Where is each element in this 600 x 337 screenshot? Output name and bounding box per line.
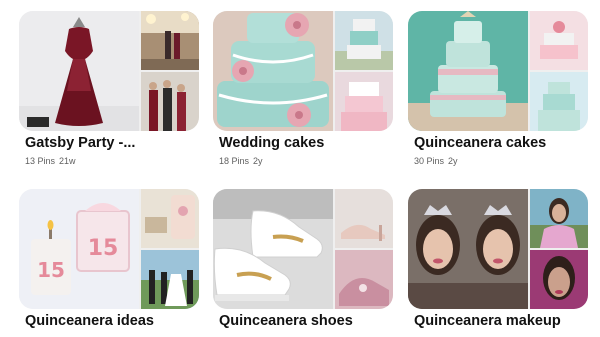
board-cover-collage[interactable]	[19, 11, 199, 131]
board-meta: 30 Pins 2y	[414, 156, 458, 166]
board-title[interactable]: Quinceanera cakes	[414, 135, 546, 151]
board-thumb-top	[530, 11, 588, 70]
pin-count: 30 Pins	[414, 156, 445, 166]
board-card-quinceanera-ideas[interactable]: 15 15 Quinceanera ideas	[19, 189, 199, 337]
board-meta: 18 Pins 2y	[219, 156, 263, 166]
board-title[interactable]: Gatsby Party -...	[25, 135, 135, 151]
board-cover-image	[19, 11, 139, 131]
board-thumb-top	[335, 11, 393, 70]
board-age: 21w	[59, 156, 76, 166]
board-cover-collage[interactable]: 15 15	[19, 189, 199, 309]
board-card-wedding-cakes[interactable]: Wedding cakes 18 Pins 2y	[213, 11, 393, 186]
board-card-quinceanera-shoes[interactable]: Quinceanera shoes	[213, 189, 393, 337]
board-cover-image	[213, 11, 333, 131]
board-title[interactable]: Wedding cakes	[219, 135, 324, 151]
board-thumb-bottom	[335, 72, 393, 131]
board-cover-collage[interactable]	[408, 189, 588, 309]
board-thumb-bottom	[141, 250, 199, 309]
board-thumb-bottom	[530, 250, 588, 309]
board-thumb-top	[141, 11, 199, 70]
board-thumb-bottom	[141, 72, 199, 131]
board-thumb-bottom	[530, 72, 588, 131]
board-card-quinceanera-makeup[interactable]: Quinceanera makeup	[408, 189, 588, 337]
board-thumb-bottom	[335, 250, 393, 309]
board-card-quinceanera-cakes[interactable]: Quinceanera cakes 30 Pins 2y	[408, 11, 588, 186]
board-thumb-top	[530, 189, 588, 248]
board-thumb-top	[335, 189, 393, 248]
board-thumb-top	[141, 189, 199, 248]
pin-count: 18 Pins	[219, 156, 250, 166]
svg-text:15: 15	[37, 258, 65, 282]
board-cover-collage[interactable]	[213, 11, 393, 131]
board-cover-image	[408, 11, 528, 131]
board-age: 2y	[448, 156, 458, 166]
pin-count: 13 Pins	[25, 156, 56, 166]
board-card-gatsby-party[interactable]: Gatsby Party -... 13 Pins 21w	[19, 11, 199, 186]
board-title[interactable]: Quinceanera makeup	[414, 313, 561, 329]
svg-text:15: 15	[88, 236, 119, 261]
board-cover-image	[408, 189, 528, 309]
board-cover-collage[interactable]	[213, 189, 393, 309]
board-age: 2y	[253, 156, 263, 166]
board-cover-image	[213, 189, 333, 309]
board-title[interactable]: Quinceanera ideas	[25, 313, 154, 329]
board-meta: 13 Pins 21w	[25, 156, 76, 166]
board-title[interactable]: Quinceanera shoes	[219, 313, 353, 329]
board-cover-collage[interactable]	[408, 11, 588, 131]
board-cover-image: 15 15	[19, 189, 139, 309]
